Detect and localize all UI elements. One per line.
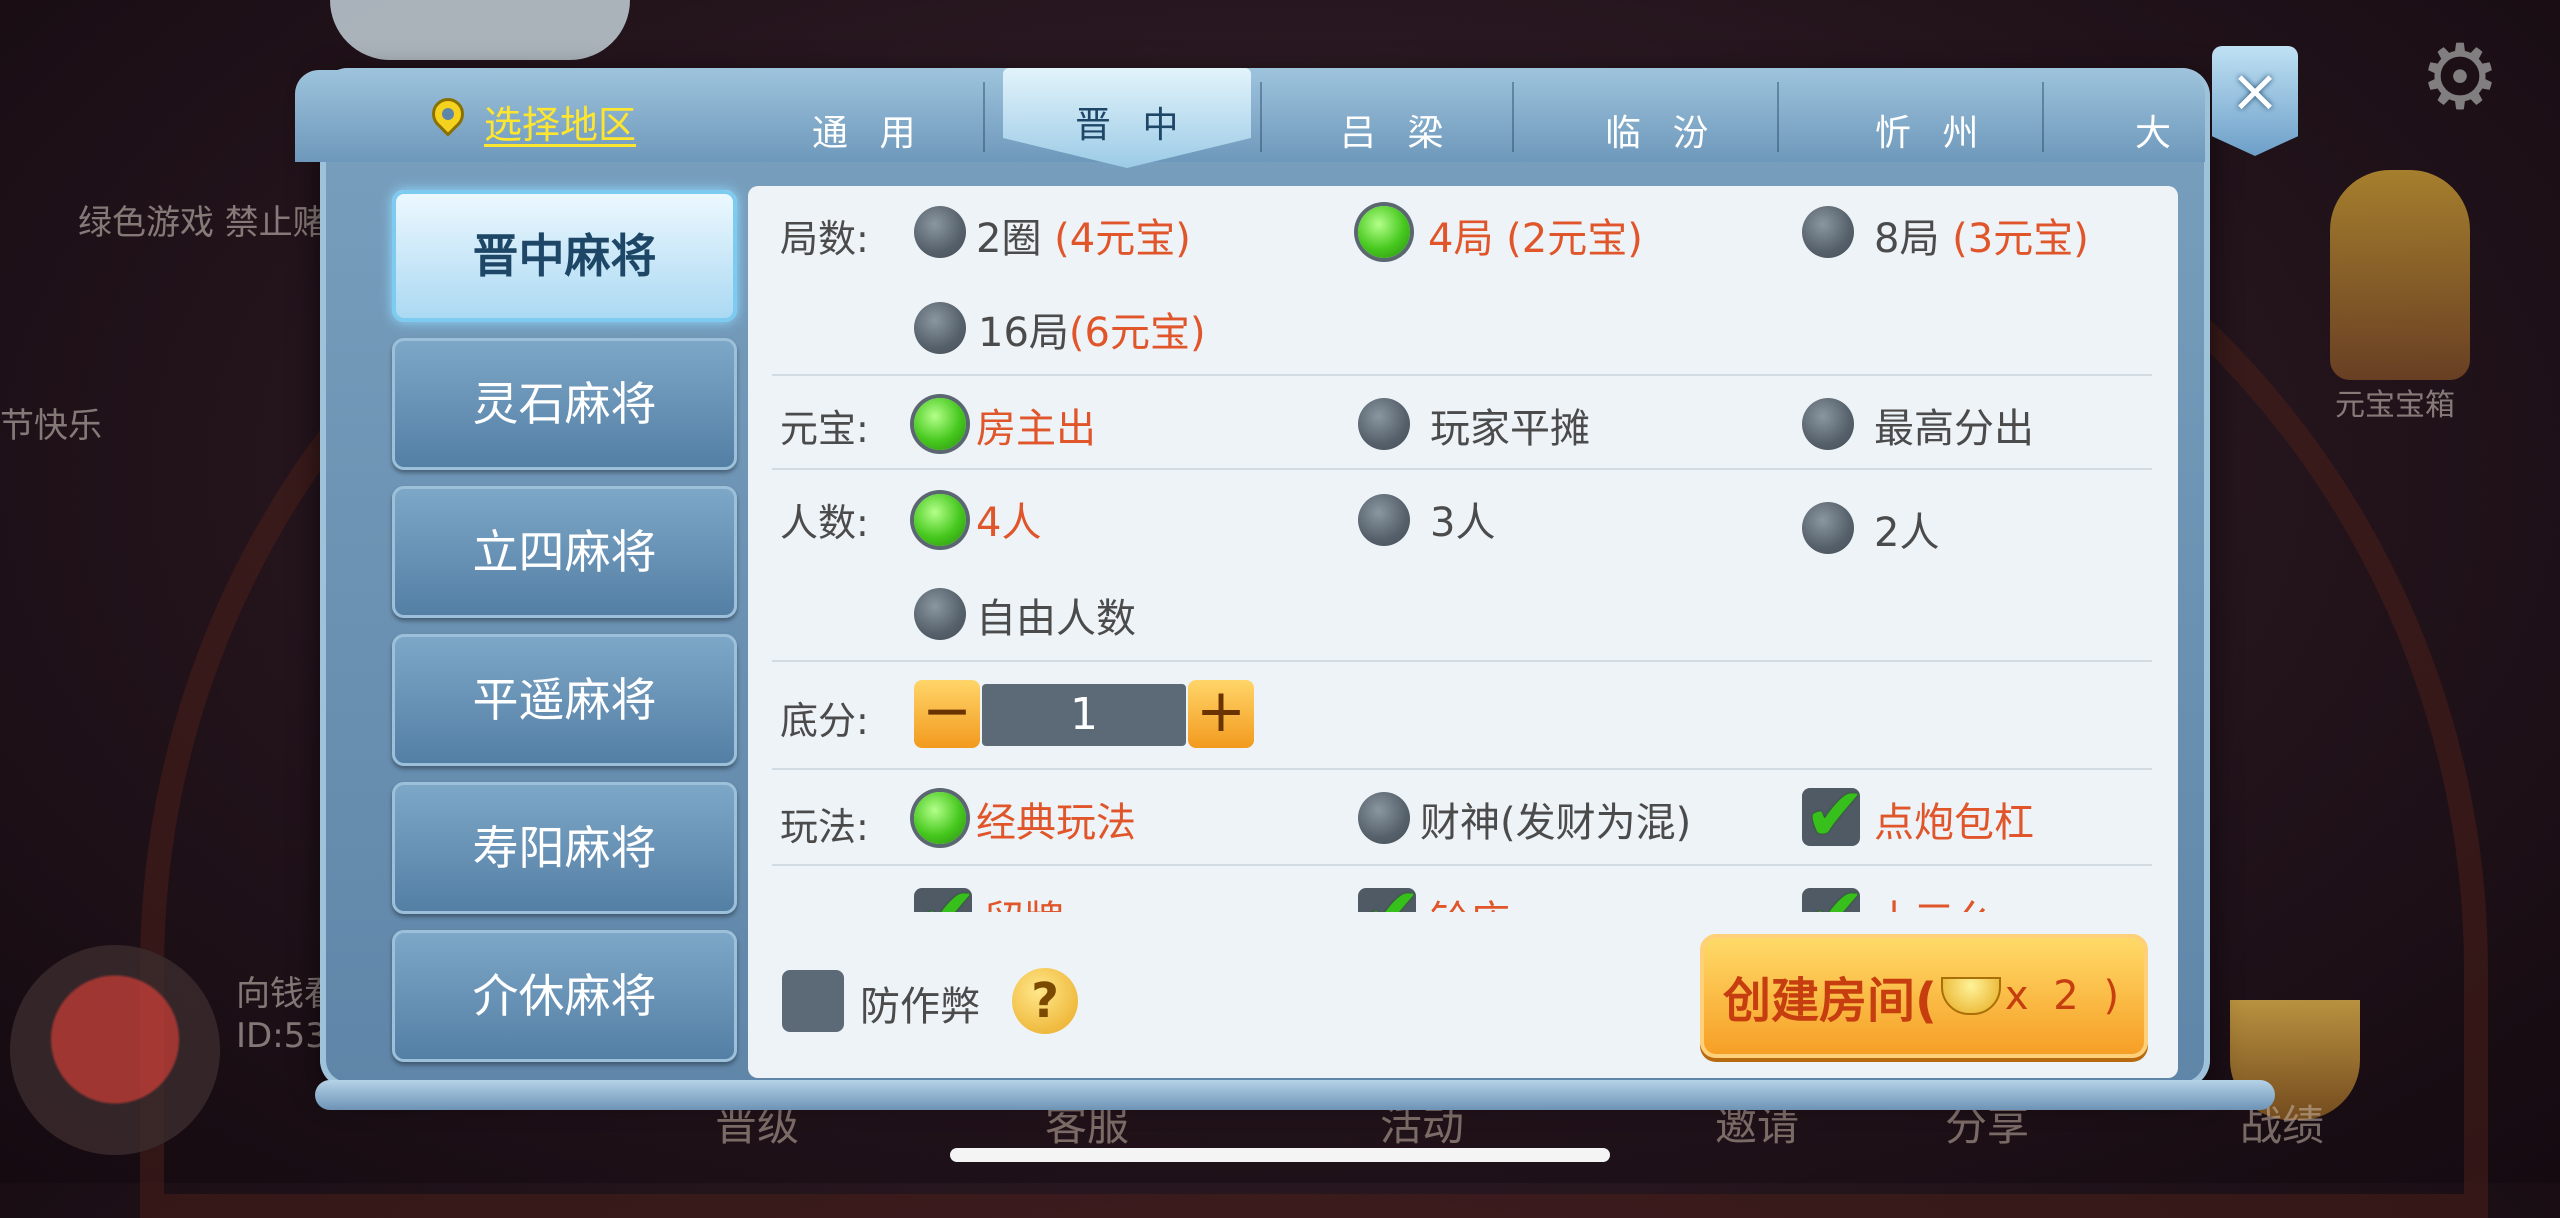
sidebar-item-jinzhong[interactable]: 晋中麻将 (392, 190, 737, 322)
play-mode-radio-classic[interactable] (914, 792, 966, 844)
rule-option-lingzhuang[interactable]: 铃庄 (1430, 888, 1510, 912)
create-room-button[interactable]: 创建房间( x 2 ) (1700, 934, 2148, 1058)
create-room-cost: x 2 ) (2004, 973, 2126, 1019)
rules-row-scroll-clip: 留牌 铃庄 十三幺 (900, 878, 2160, 912)
rounds-radio-4-games[interactable] (1358, 206, 1410, 258)
tab-divider (1512, 82, 1514, 152)
ingot-option-top-scorer[interactable]: 最高分出 (1874, 396, 2034, 454)
sidebar-item-shouyang[interactable]: 寿阳麻将 (392, 782, 737, 914)
moon-cloud-decoration (330, 0, 630, 60)
ingot-option-split[interactable]: 玩家平摊 (1430, 396, 1590, 454)
background-greeting-text: 节快乐 (0, 406, 102, 446)
dialog-bottom-rail (315, 1080, 2275, 1110)
play-mode-label: 玩法: (780, 805, 869, 849)
ingot-radio-split[interactable] (1358, 398, 1410, 450)
help-icon[interactable]: ? (1012, 968, 1078, 1034)
tab-divider (2042, 82, 2044, 152)
tab-divider (1260, 82, 1262, 152)
tab-datong[interactable]: 大 (2135, 104, 2181, 156)
players-radio-2[interactable] (1802, 502, 1854, 554)
rounds-radio-16-games[interactable] (914, 302, 966, 354)
players-radio-4[interactable] (914, 494, 966, 546)
rule-checkbox-shisanyao[interactable] (1802, 878, 1866, 912)
row-separator (772, 864, 2152, 866)
row-separator (772, 468, 2152, 470)
rounds-radio-8-games[interactable] (1802, 206, 1854, 258)
ingot-option-host-pays[interactable]: 房主出 (976, 396, 1096, 454)
sidebar-item-lisi[interactable]: 立四麻将 (392, 486, 737, 618)
tab-divider (983, 82, 985, 152)
home-indicator[interactable] (950, 1148, 1610, 1162)
fortune-god-label: 元宝宝箱 (2335, 388, 2455, 423)
base-score-plus-button[interactable]: + (1188, 680, 1254, 748)
base-score-value[interactable]: 1 (982, 684, 1186, 746)
tab-general[interactable]: 通 用 (812, 104, 925, 156)
select-region-button[interactable]: 选择地区 (430, 94, 636, 149)
ingot-radio-top-scorer[interactable] (1802, 398, 1854, 450)
rounds-radio-2-circles[interactable] (914, 206, 966, 258)
tab-xinzhou[interactable]: 忻 州 (1875, 104, 1988, 156)
sidebar-item-lingshi[interactable]: 灵石麻将 (392, 338, 737, 470)
play-mode-option-caishen[interactable]: 财神(发财为混) (1420, 790, 1691, 848)
players-radio-3[interactable] (1358, 494, 1410, 546)
close-button[interactable]: × (2212, 46, 2298, 156)
create-room-label: 创建房间( (1722, 973, 1937, 1029)
rule-option-dianpao[interactable]: 点炮包杠 (1874, 790, 2034, 848)
sidebar-item-jiexiu[interactable]: 介休麻将 (392, 930, 737, 1062)
close-icon: × (2229, 56, 2281, 126)
sidebar-item-pingyao[interactable]: 平遥麻将 (392, 634, 737, 766)
ingot-label: 元宝: (780, 407, 869, 451)
tab-divider (1777, 82, 1779, 152)
rounds-option-4-games[interactable]: 4局 (2元宝) (1428, 206, 1643, 264)
play-mode-radio-caishen[interactable] (1358, 792, 1410, 844)
rounds-option-8-games[interactable]: 8局 (3元宝) (1874, 206, 2089, 264)
background-notice-text: 绿色游戏 禁止赌 (78, 203, 327, 243)
tab-linfen[interactable]: 临 汾 (1605, 104, 1718, 156)
rounds-label: 局数: (780, 217, 869, 261)
rounds-option-16-games[interactable]: 16局(6元宝) (978, 300, 1206, 358)
gear-icon[interactable]: ⚙ (2410, 28, 2510, 128)
players-option-4[interactable]: 4人 (976, 490, 1041, 548)
player-avatar[interactable] (10, 945, 220, 1155)
row-separator (772, 374, 2152, 376)
fortune-god-icon[interactable] (2330, 170, 2470, 380)
players-option-2[interactable]: 2人 (1874, 500, 1939, 558)
tab-lvliang[interactable]: 吕 梁 (1340, 104, 1453, 156)
anticheat-checkbox[interactable] (782, 970, 844, 1032)
players-option-free[interactable]: 自由人数 (976, 586, 1136, 644)
play-mode-option-classic[interactable]: 经典玩法 (976, 790, 1136, 848)
players-radio-free[interactable] (914, 588, 966, 640)
players-option-3[interactable]: 3人 (1430, 490, 1495, 548)
gold-ingot-icon (1940, 977, 2001, 1015)
row-separator (772, 660, 2152, 662)
tab-jinzhong[interactable]: 晋 中 (1075, 96, 1188, 148)
row-separator (772, 768, 2152, 770)
location-pin-icon (430, 98, 466, 146)
anticheat-label: 防作弊 (860, 984, 980, 1030)
rule-checkbox-liupai[interactable] (914, 878, 978, 912)
rule-option-shisanyao[interactable]: 十三幺 (1874, 888, 1994, 912)
select-region-label: 选择地区 (484, 103, 637, 147)
rule-option-liupai[interactable]: 留牌 (984, 888, 1064, 912)
ingot-radio-host-pays[interactable] (914, 398, 966, 450)
base-score-minus-button[interactable]: − (914, 680, 980, 748)
base-score-label: 底分: (780, 699, 869, 743)
players-label: 人数: (780, 501, 869, 545)
rounds-option-2-circles[interactable]: 2圈 (4元宝) (976, 206, 1191, 264)
rule-checkbox-lingzhuang[interactable] (1358, 878, 1422, 912)
rule-checkbox-dianpao[interactable] (1802, 772, 1866, 858)
